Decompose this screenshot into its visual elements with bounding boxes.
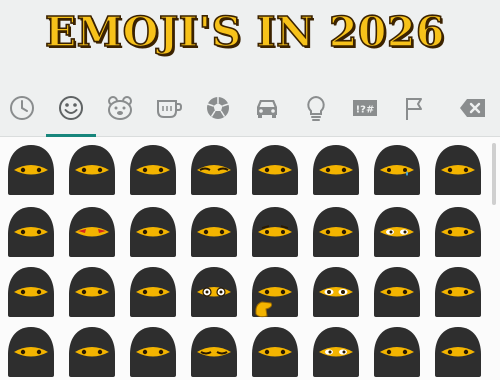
emoji-key[interactable] xyxy=(125,204,187,264)
emoji-key[interactable] xyxy=(64,204,126,264)
tab-activity[interactable] xyxy=(196,88,240,128)
lightbulb-icon xyxy=(307,95,325,121)
scrollbar[interactable] xyxy=(492,143,496,205)
cup-icon xyxy=(157,100,183,118)
burqa-face-icon xyxy=(130,145,176,195)
burqa-face-icon xyxy=(252,327,298,377)
burqa-face-icon xyxy=(435,267,481,317)
emoji-key[interactable] xyxy=(247,142,309,202)
headline-banner: EMOJI'S IN 2026 xyxy=(0,0,500,78)
emoji-key[interactable] xyxy=(369,264,431,324)
car-icon xyxy=(257,100,277,118)
emoji-key[interactable] xyxy=(247,264,309,324)
burqa-face-icon xyxy=(69,207,115,257)
burqa-face-icon xyxy=(130,267,176,317)
emoji-key[interactable] xyxy=(430,142,492,202)
burqa-face-icon xyxy=(374,145,420,195)
emoji-key[interactable] xyxy=(3,142,65,202)
burqa-face-icon xyxy=(374,267,420,317)
burqa-face-icon xyxy=(191,207,237,257)
burqa-face-icon xyxy=(191,267,237,317)
emoji-key[interactable] xyxy=(430,204,492,264)
burqa-face-icon xyxy=(8,267,54,317)
burqa-face-icon xyxy=(130,327,176,377)
emoji-key[interactable] xyxy=(186,264,248,324)
emoji-key[interactable] xyxy=(308,324,370,380)
burqa-face-icon xyxy=(8,207,54,257)
burqa-face-icon xyxy=(252,207,298,257)
backspace-icon xyxy=(460,99,485,117)
emoji-key[interactable] xyxy=(64,142,126,202)
burqa-face-icon xyxy=(191,327,237,377)
emoji-key[interactable] xyxy=(369,324,431,380)
symbols-icon: !?# xyxy=(353,100,377,116)
burqa-face-icon xyxy=(435,327,481,377)
burqa-face-icon xyxy=(69,267,115,317)
emoji-key[interactable] xyxy=(308,142,370,202)
burqa-face-icon xyxy=(69,327,115,377)
emoji-key[interactable] xyxy=(125,264,187,324)
emoji-key[interactable] xyxy=(125,324,187,380)
flag-icon xyxy=(406,98,422,120)
burqa-face-icon xyxy=(313,327,359,377)
burqa-face-icon xyxy=(313,267,359,317)
emoji-key[interactable] xyxy=(369,204,431,264)
burqa-face-icon xyxy=(313,207,359,257)
emoji-key[interactable] xyxy=(308,204,370,264)
tab-travel[interactable] xyxy=(245,88,289,128)
emoji-key[interactable] xyxy=(125,142,187,202)
emoji-key[interactable] xyxy=(430,264,492,324)
smiley-icon xyxy=(59,96,83,120)
emoji-key[interactable] xyxy=(186,204,248,264)
symbols-label: !?# xyxy=(356,105,375,116)
emoji-grid xyxy=(0,137,492,380)
tab-symbols[interactable]: !?# xyxy=(343,88,387,128)
burqa-face-icon xyxy=(313,145,359,195)
burqa-face-icon xyxy=(8,327,54,377)
burqa-face-icon xyxy=(69,145,115,195)
emoji-key[interactable] xyxy=(369,142,431,202)
tab-recent[interactable] xyxy=(0,88,44,128)
emoji-key[interactable] xyxy=(247,204,309,264)
tab-food[interactable] xyxy=(147,88,191,128)
emoji-key[interactable] xyxy=(64,264,126,324)
emoji-key[interactable] xyxy=(186,324,248,380)
clock-icon xyxy=(10,96,34,120)
emoji-key[interactable] xyxy=(3,324,65,380)
burqa-face-icon xyxy=(374,327,420,377)
tab-smileys[interactable] xyxy=(49,88,93,128)
burqa-face-icon xyxy=(8,145,54,195)
emoji-key[interactable] xyxy=(3,204,65,264)
burqa-face-icon xyxy=(130,207,176,257)
burqa-face-icon xyxy=(435,207,481,257)
burqa-face-icon xyxy=(191,145,237,195)
tab-objects[interactable] xyxy=(294,88,338,128)
emoji-key[interactable] xyxy=(430,324,492,380)
emoji-key[interactable] xyxy=(64,324,126,380)
burqa-face-icon xyxy=(252,267,298,318)
emoji-key[interactable] xyxy=(3,264,65,324)
burqa-face-icon xyxy=(252,145,298,195)
backspace-button[interactable] xyxy=(451,88,495,128)
tab-animals[interactable] xyxy=(98,88,142,128)
tab-flags[interactable] xyxy=(392,88,436,128)
burqa-face-icon xyxy=(435,145,481,195)
bear-icon xyxy=(108,96,132,120)
emoji-key[interactable] xyxy=(247,324,309,380)
burqa-face-icon xyxy=(374,207,420,257)
emoji-category-bar: !?# xyxy=(0,78,500,137)
headline-title: EMOJI'S IN 2026 xyxy=(44,7,445,57)
emoji-key[interactable] xyxy=(308,264,370,324)
emoji-key[interactable] xyxy=(186,142,248,202)
soccer-ball-icon xyxy=(207,97,229,119)
